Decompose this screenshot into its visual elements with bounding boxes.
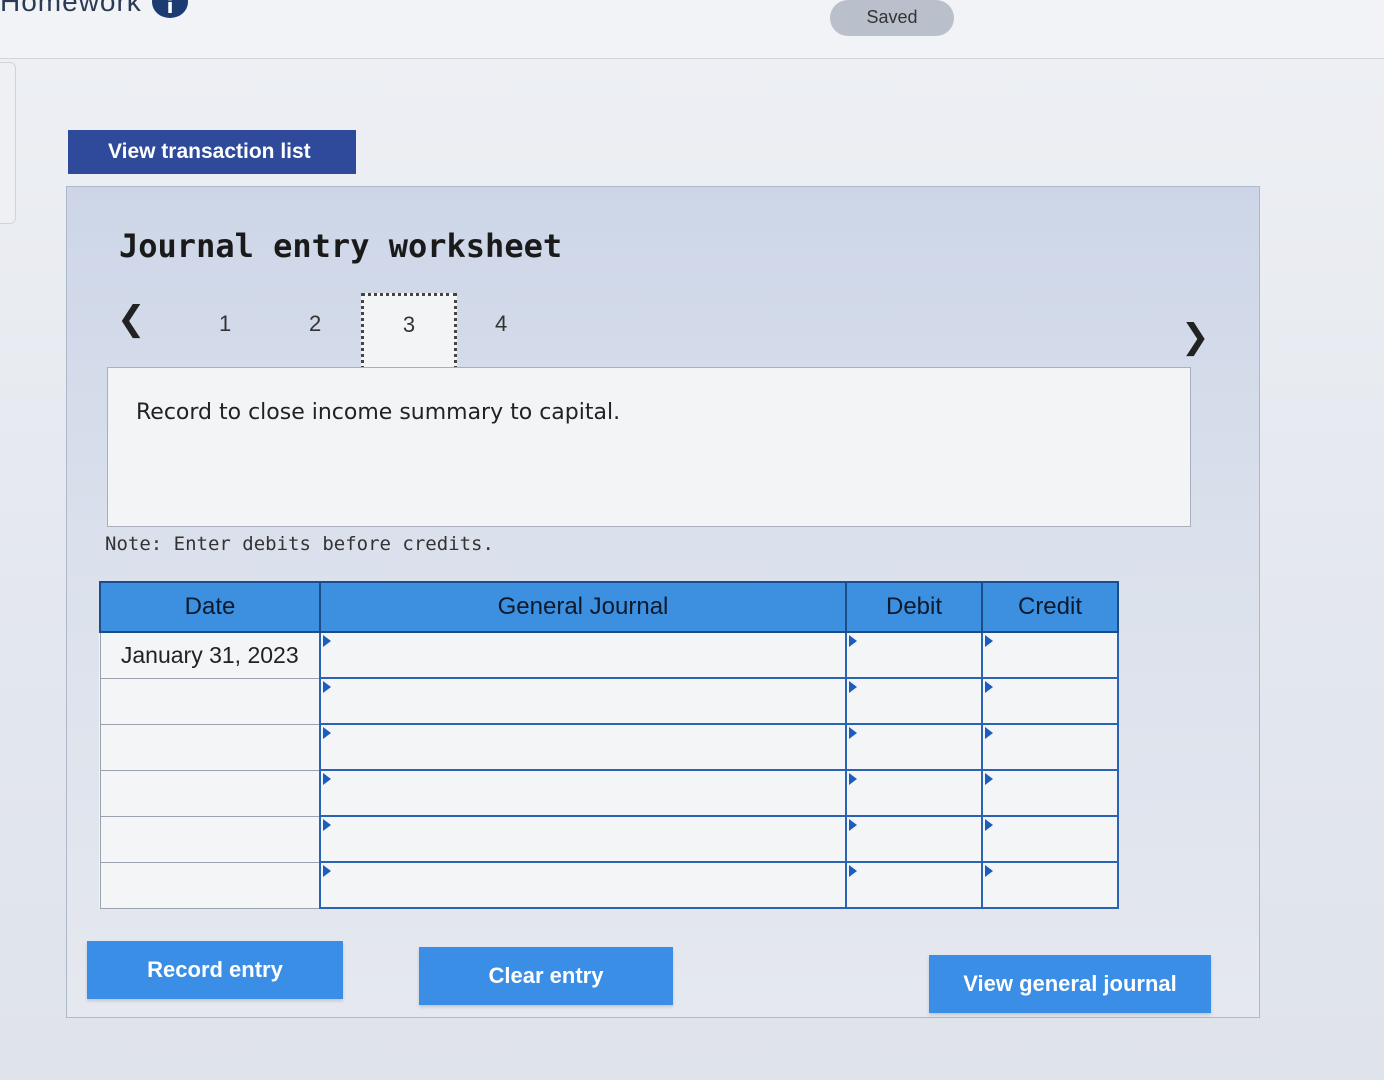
table-row	[99, 677, 1119, 725]
date-cell	[99, 861, 321, 909]
worksheet-title: Journal entry worksheet	[119, 227, 563, 265]
dropdown-flag-icon	[323, 819, 331, 831]
date-cell: January 31, 2023	[99, 631, 321, 679]
date-cell	[99, 815, 321, 863]
date-cell	[99, 723, 321, 771]
input-flag-icon	[985, 681, 993, 693]
dropdown-flag-icon	[323, 773, 331, 785]
debit-input-cell[interactable]	[845, 861, 983, 909]
account-select-cell[interactable]	[319, 677, 847, 725]
account-select-cell[interactable]	[319, 815, 847, 863]
journal-entry-worksheet-panel: Journal entry worksheet ❮ 1 2 3 4 ❯ Reco…	[66, 186, 1260, 1018]
assignment-title: Homework	[0, 0, 142, 17]
account-select-cell[interactable]	[319, 631, 847, 679]
credit-input-cell[interactable]	[981, 723, 1119, 771]
input-flag-icon	[849, 727, 857, 739]
table-header-row: Date General Journal Debit Credit	[99, 581, 1119, 633]
dropdown-flag-icon	[323, 635, 331, 647]
account-select-cell[interactable]	[319, 769, 847, 817]
transaction-prompt-text: Record to close income summary to capita…	[136, 400, 621, 425]
side-panel-tab[interactable]	[0, 62, 16, 224]
debit-input-cell[interactable]	[845, 815, 983, 863]
date-cell	[99, 677, 321, 725]
input-flag-icon	[985, 773, 993, 785]
debit-input-cell[interactable]	[845, 769, 983, 817]
input-flag-icon	[985, 865, 993, 877]
credit-input-cell[interactable]	[981, 815, 1119, 863]
table-row	[99, 723, 1119, 771]
entry-note: Note: Enter debits before credits.	[105, 533, 494, 555]
table-row	[99, 769, 1119, 817]
dropdown-flag-icon	[323, 681, 331, 693]
next-arrow-icon[interactable]: ❯	[1181, 317, 1210, 357]
dropdown-flag-icon	[323, 865, 331, 877]
credit-input-cell[interactable]	[981, 677, 1119, 725]
view-transaction-list-button[interactable]: View transaction list	[68, 130, 356, 174]
credit-input-cell[interactable]	[981, 769, 1119, 817]
record-entry-button[interactable]: Record entry	[87, 941, 343, 999]
clear-entry-button[interactable]: Clear entry	[419, 947, 673, 1005]
column-header-credit: Credit	[981, 581, 1119, 633]
debit-input-cell[interactable]	[845, 631, 983, 679]
view-general-journal-button[interactable]: View general journal	[929, 955, 1211, 1013]
column-header-debit: Debit	[845, 581, 983, 633]
column-header-date: Date	[99, 581, 321, 633]
account-select-cell[interactable]	[319, 861, 847, 909]
column-header-general-journal: General Journal	[319, 581, 847, 633]
input-flag-icon	[849, 819, 857, 831]
step-tab-3-active[interactable]: 3	[361, 293, 457, 369]
step-tab-2[interactable]: 2	[309, 311, 321, 337]
debit-input-cell[interactable]	[845, 677, 983, 725]
page: Homework i Saved View transaction list J…	[0, 0, 1384, 1080]
credit-input-cell[interactable]	[981, 861, 1119, 909]
input-flag-icon	[849, 865, 857, 877]
step-tab-4[interactable]: 4	[495, 311, 507, 337]
debit-input-cell[interactable]	[845, 723, 983, 771]
date-cell	[99, 769, 321, 817]
input-flag-icon	[849, 681, 857, 693]
dropdown-flag-icon	[323, 727, 331, 739]
step-tab-1[interactable]: 1	[219, 311, 231, 337]
account-select-cell[interactable]	[319, 723, 847, 771]
input-flag-icon	[849, 635, 857, 647]
table-row	[99, 861, 1119, 909]
credit-input-cell[interactable]	[981, 631, 1119, 679]
transaction-prompt-box: Record to close income summary to capita…	[107, 367, 1191, 527]
top-bar: Homework i Saved	[0, 0, 1384, 59]
input-flag-icon	[985, 635, 993, 647]
table-row: January 31, 2023	[99, 631, 1119, 679]
info-icon[interactable]: i	[152, 0, 188, 18]
previous-arrow-icon[interactable]: ❮	[117, 299, 146, 339]
input-flag-icon	[985, 819, 993, 831]
saved-status-badge: Saved	[830, 0, 954, 36]
input-flag-icon	[985, 727, 993, 739]
journal-entry-table: Date General Journal Debit Credit Januar…	[99, 581, 1119, 909]
table-row	[99, 815, 1119, 863]
input-flag-icon	[849, 773, 857, 785]
